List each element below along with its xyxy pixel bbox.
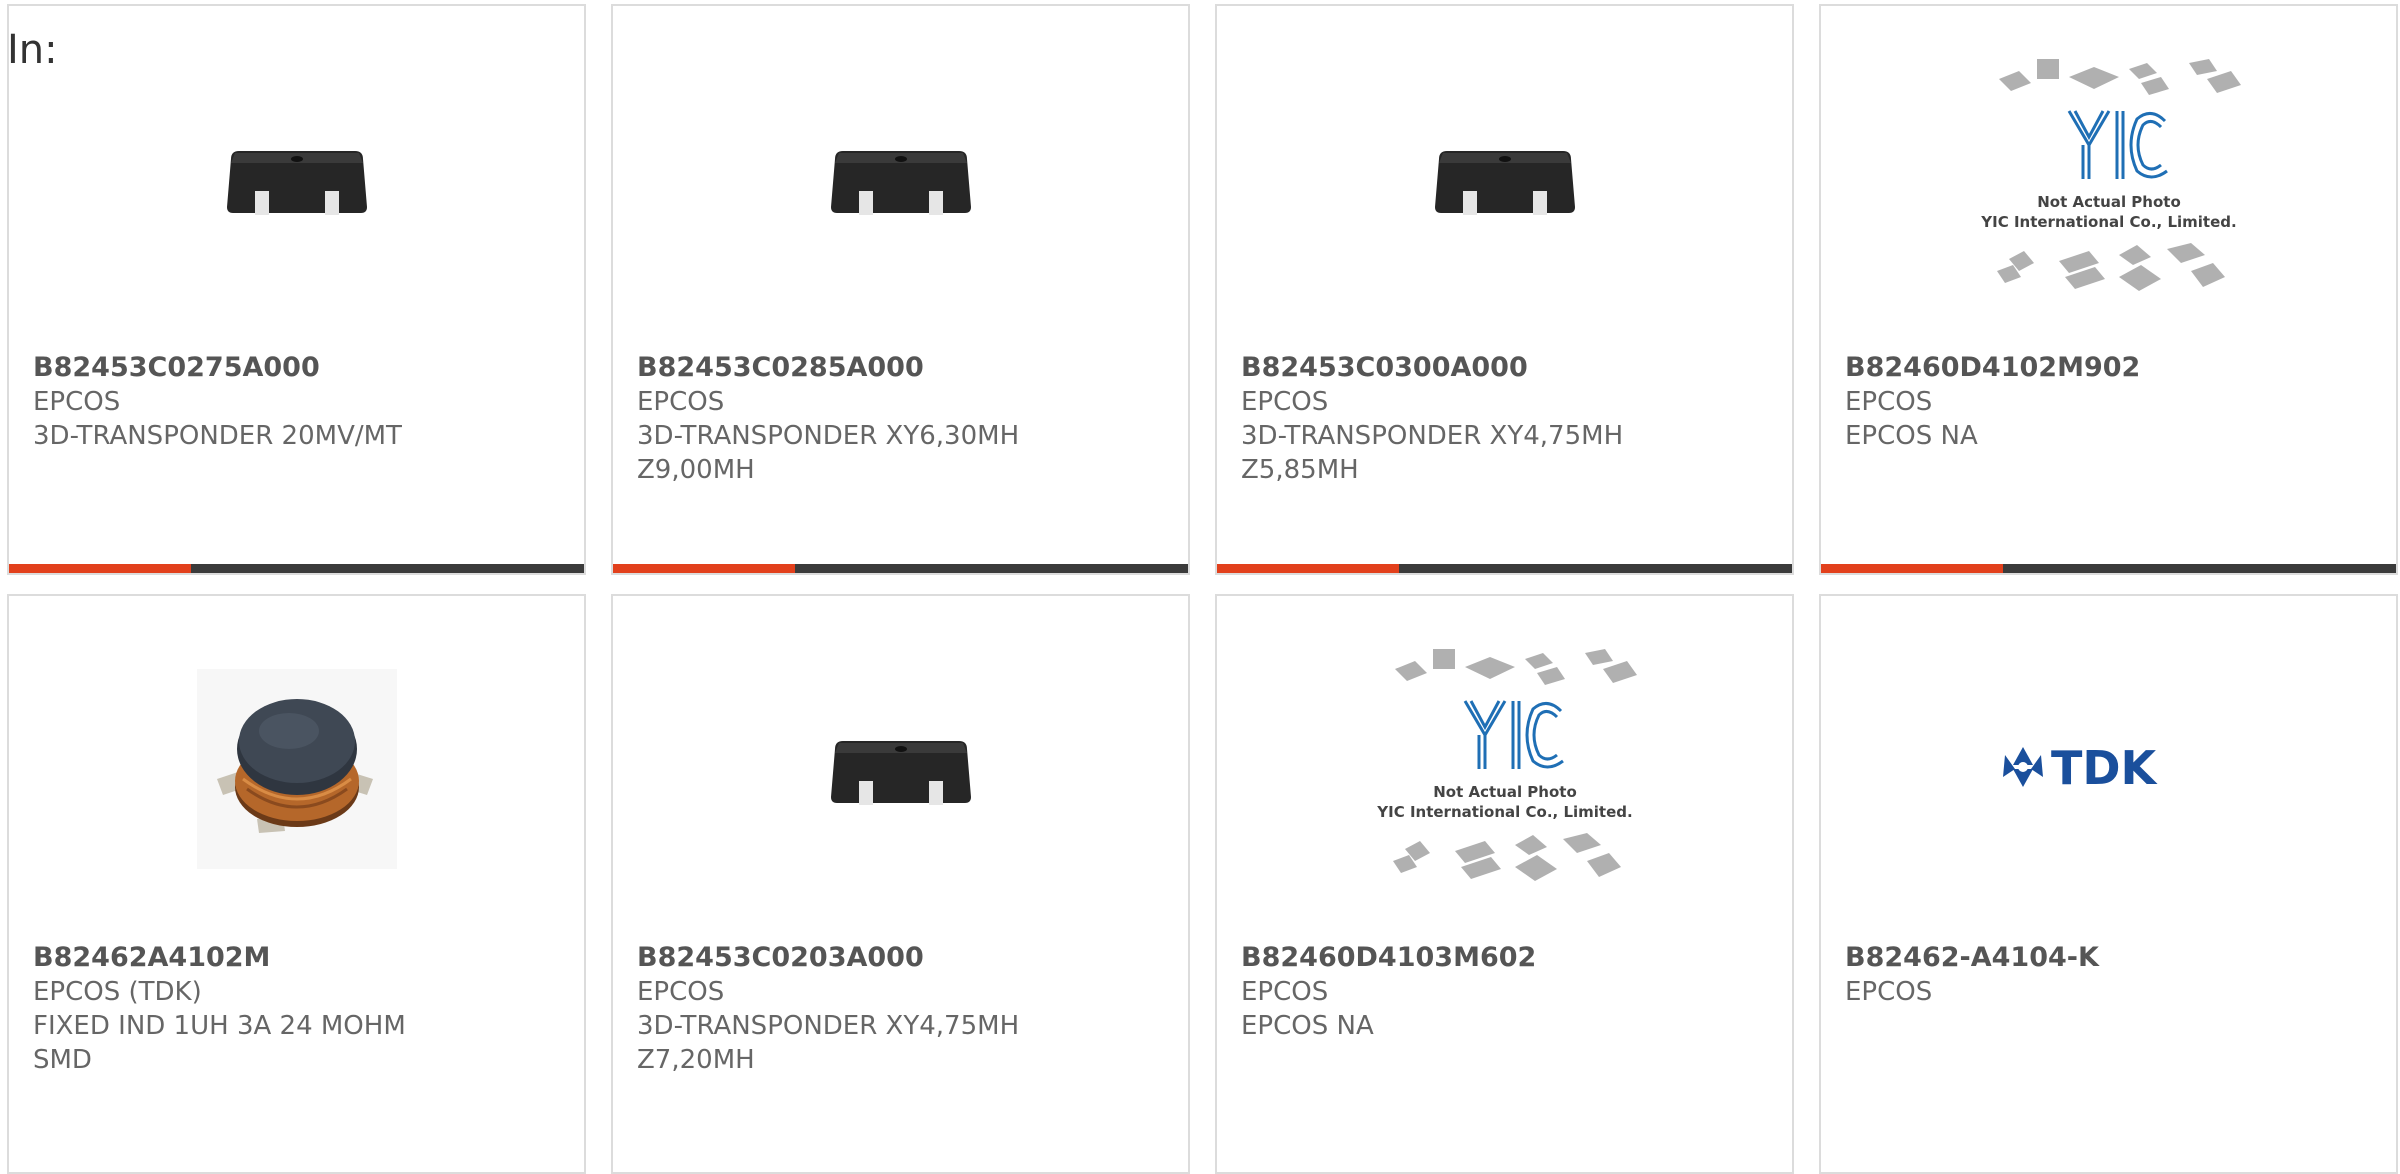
part-number[interactable]: B82453C0203A000 (637, 941, 1168, 975)
product-image[interactable]: Not Actual Photo YIC International Co., … (1217, 596, 1792, 941)
tdk-logo-text: TDK (2051, 741, 2159, 795)
product-card[interactable]: Not Actual Photo YIC International Co., … (1215, 594, 1794, 1174)
manufacturer: EPCOS (637, 387, 725, 417)
product-card[interactable]: B82453C0285A000 EPCOS 3D-TRANSPONDER XY6… (611, 4, 1190, 575)
card-bottom-bar (1217, 564, 1792, 573)
part-number[interactable]: B82453C0285A000 (637, 351, 1168, 385)
manufacturer: EPCOS (TDK) (33, 977, 202, 1007)
part-number[interactable]: B82462A4102M (33, 941, 564, 975)
description: FIXED IND 1UH 3A 24 MOHM SMD (33, 1011, 406, 1075)
description: EPCOS NA (1845, 421, 1978, 451)
placeholder-caption: Not Actual Photo (2037, 193, 2181, 211)
transponder-chip-image (830, 150, 971, 215)
part-number[interactable]: B82453C0275A000 (33, 351, 564, 385)
part-number[interactable]: B82462-A4104-K (1845, 941, 2376, 975)
tdk-logo: TDK (2002, 741, 2159, 795)
description: 3D-TRANSPONDER XY4,75MH Z5,85MH (1241, 421, 1624, 485)
card-accent-bar (613, 564, 795, 573)
product-image[interactable]: Not Actual Photo YIC International Co., … (1821, 6, 2396, 351)
manufacturer: EPCOS (1845, 977, 1933, 1007)
yic-placeholder-image: Not Actual Photo YIC International Co., … (1376, 648, 1637, 881)
product-card[interactable]: TDK B82462-A4104-K EPCOS (1819, 594, 2398, 1174)
card-bottom-bar (1821, 564, 2396, 573)
manufacturer: EPCOS (1845, 387, 1933, 417)
product-image[interactable] (9, 6, 584, 351)
product-card[interactable]: B82453C0275A000 EPCOS 3D-TRANSPONDER 20M… (7, 4, 586, 575)
card-accent-bar (1821, 564, 2003, 573)
product-grid: B82453C0275A000 EPCOS 3D-TRANSPONDER 20M… (7, 4, 2400, 1174)
card-accent-bar (1217, 564, 1399, 573)
product-image[interactable] (613, 596, 1188, 941)
product-card[interactable]: B82453C0203A000 EPCOS 3D-TRANSPONDER XY4… (611, 594, 1190, 1174)
description: 3D-TRANSPONDER XY6,30MH Z9,00MH (637, 421, 1020, 485)
part-number[interactable]: B82453C0300A000 (1241, 351, 1772, 385)
part-number[interactable]: B82460D4103M602 (1241, 941, 1772, 975)
transponder-chip-image (226, 150, 367, 215)
placeholder-company: YIC International Co., Limited. (1980, 213, 2236, 231)
description: 3D-TRANSPONDER 20MV/MT (33, 421, 402, 451)
product-image[interactable] (9, 596, 584, 941)
product-image[interactable] (613, 6, 1188, 351)
filter-label: In: (7, 27, 58, 73)
product-image[interactable]: TDK (1821, 596, 2396, 941)
manufacturer: EPCOS (1241, 387, 1329, 417)
transponder-chip-image (830, 740, 971, 805)
card-bottom-bar (613, 564, 1188, 573)
manufacturer: EPCOS (1241, 977, 1329, 1007)
description: EPCOS NA (1241, 1011, 1374, 1041)
manufacturer: EPCOS (637, 977, 725, 1007)
product-image[interactable] (1217, 6, 1792, 351)
product-card[interactable]: B82462A4102M EPCOS (TDK) FIXED IND 1UH 3… (7, 594, 586, 1174)
placeholder-caption: Not Actual Photo (1433, 783, 1577, 801)
part-number[interactable]: B82460D4102M902 (1845, 351, 2376, 385)
description: 3D-TRANSPONDER XY4,75MH Z7,20MH (637, 1011, 1020, 1075)
yic-placeholder-image: Not Actual Photo YIC International Co., … (1980, 58, 2241, 291)
card-bottom-bar (9, 564, 584, 573)
transponder-chip-image (1434, 150, 1575, 215)
product-card[interactable]: B82453C0300A000 EPCOS 3D-TRANSPONDER XY4… (1215, 4, 1794, 575)
card-accent-bar (9, 564, 191, 573)
smd-inductor-image (196, 668, 397, 869)
product-card[interactable]: Not Actual Photo YIC International Co., … (1819, 4, 2398, 575)
manufacturer: EPCOS (33, 387, 121, 417)
placeholder-company: YIC International Co., Limited. (1376, 803, 1632, 821)
